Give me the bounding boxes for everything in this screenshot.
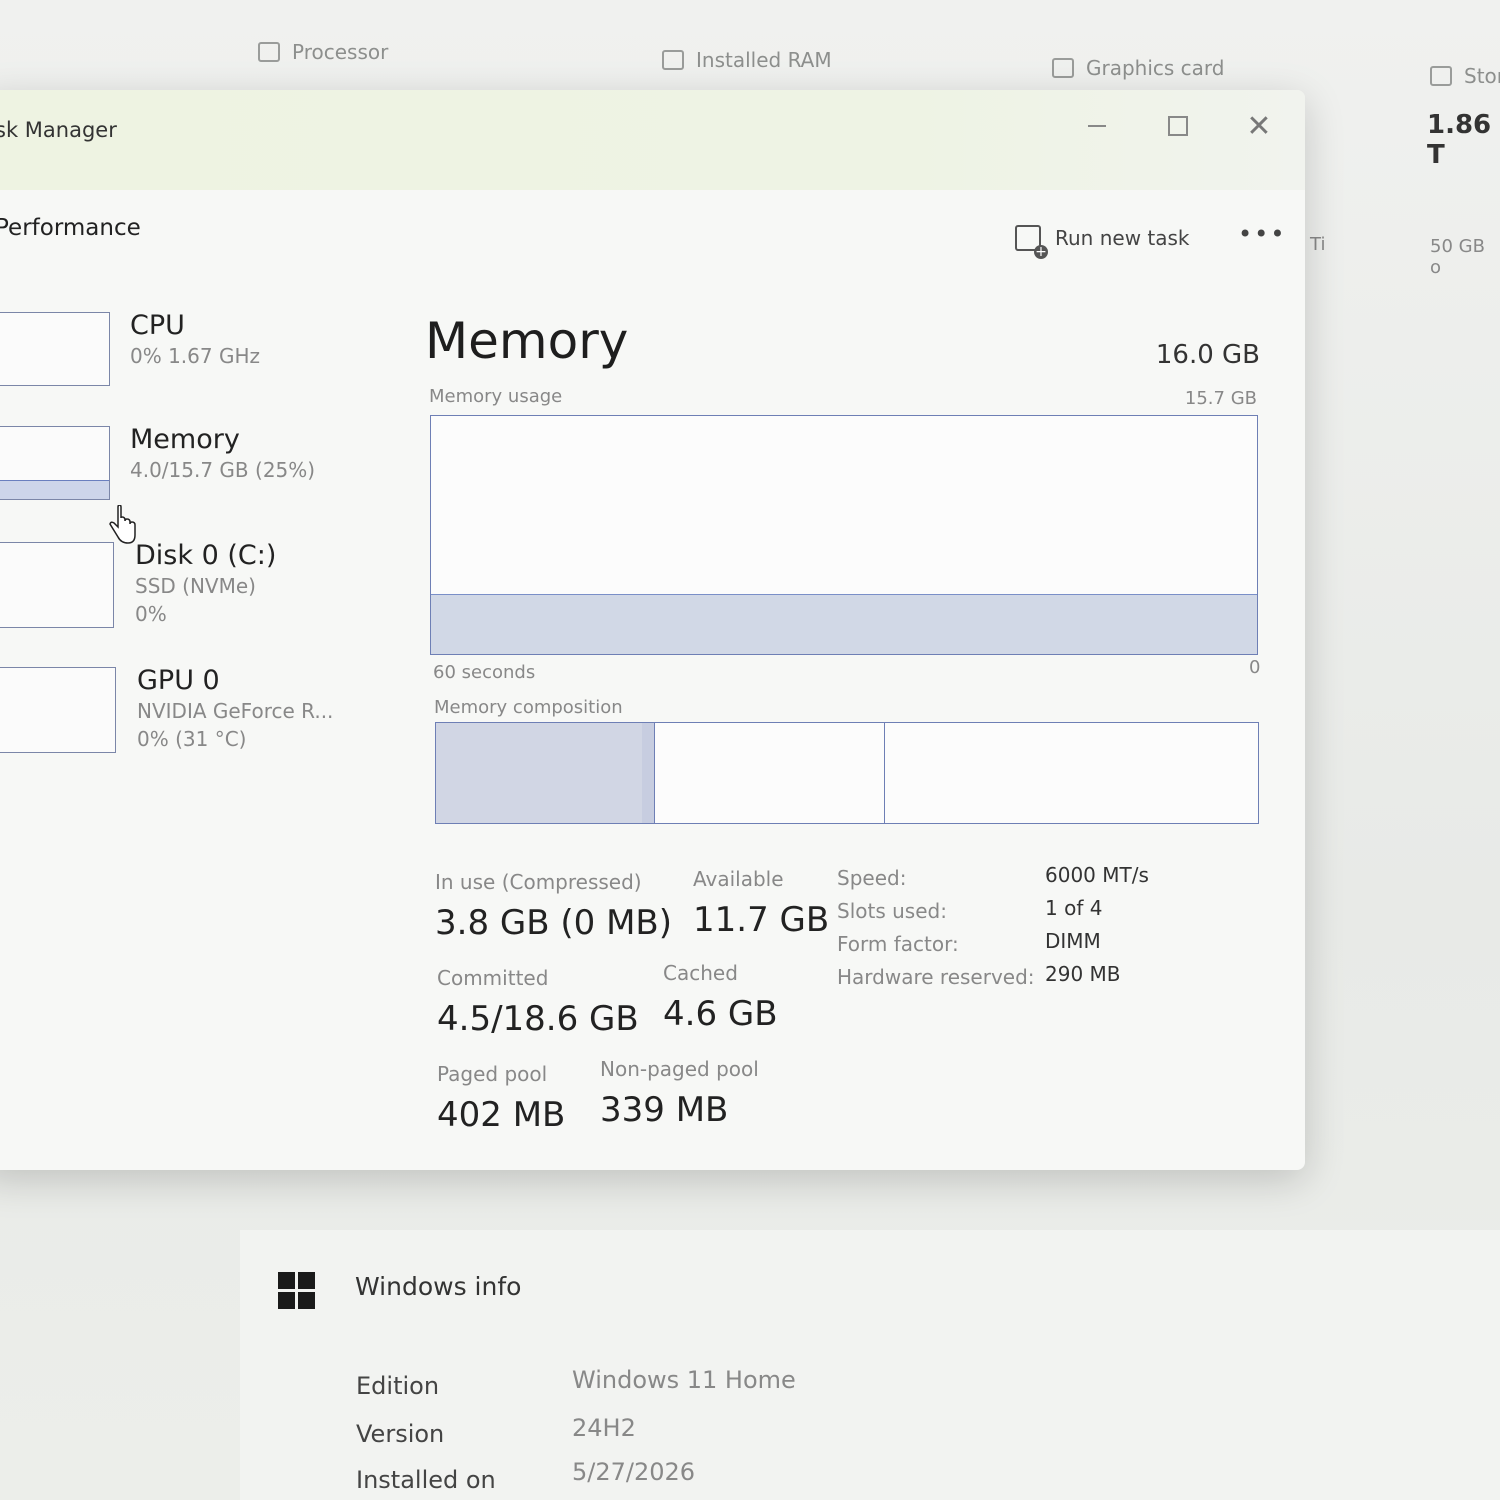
composition-modified [641, 723, 655, 823]
spec-processor-label: Processor [292, 40, 389, 64]
committed-label: Committed [437, 966, 549, 990]
sidebar-item-label: Disk 0 (C:) [135, 540, 277, 571]
cached-value: 4.6 GB [663, 994, 778, 1034]
windows-info-title: Windows info [355, 1272, 522, 1301]
available-value: 11.7 GB [693, 900, 830, 940]
edition-value: Windows 11 Home [572, 1366, 796, 1394]
nonpaged-pool-value: 339 MB [600, 1090, 729, 1130]
memory-total: 16.0 GB [1155, 340, 1260, 370]
gpu-model-text: NVIDIA GeForce R... [137, 699, 334, 723]
task-manager-window: sk Manager ✕ Performance Run new task ••… [0, 90, 1305, 1170]
close-button[interactable]: ✕ [1239, 109, 1279, 144]
nonpaged-pool-label: Non-paged pool [600, 1057, 759, 1081]
storage-icon [1430, 66, 1452, 86]
sidebar-item-cpu[interactable]: CPU 0% 1.67 GHz [0, 310, 340, 412]
storage-size: 1.86 T [1427, 110, 1492, 170]
disk-thumbnail-graph [0, 542, 114, 628]
cpu-thumbnail-graph [0, 312, 110, 386]
processor-icon [258, 42, 280, 62]
graph-axis-right: 0 [1249, 657, 1261, 678]
gpu-usage-text: 0% (31 °C) [137, 727, 247, 751]
spec-storage-label: Stor [1464, 64, 1500, 88]
edition-label: Edition [356, 1372, 440, 1400]
composition-in-use [436, 723, 643, 823]
hardware-reserved-value: 290 MB [1045, 962, 1121, 986]
storage-ti: Ti [1310, 234, 1326, 255]
run-new-task-button[interactable]: Run new task [1015, 225, 1190, 259]
sidebar-item-label: CPU [130, 310, 185, 341]
window-title: sk Manager [0, 118, 117, 142]
cpu-usage-text: 0% 1.67 GHz [130, 344, 261, 368]
more-options-button[interactable]: ••• [1238, 220, 1286, 248]
in-use-value: 3.8 GB (0 MB) [435, 903, 672, 943]
disk-usage-text: 0% [135, 602, 167, 626]
memory-usage-graph [430, 415, 1258, 655]
sidebar-item-gpu[interactable]: GPU 0 NVIDIA GeForce R... 0% (31 °C) [0, 665, 340, 767]
memory-thumbnail-graph [0, 426, 110, 500]
spec-installed-ram[interactable]: Installed RAM [662, 48, 832, 72]
run-new-task-label: Run new task [1055, 226, 1190, 250]
form-factor-label: Form factor: [837, 932, 959, 956]
memory-usage-text: 4.0/15.7 GB (25%) [130, 458, 316, 482]
minimize-button[interactable] [1077, 112, 1117, 140]
memory-composition-bar [435, 722, 1259, 824]
composition-standby [654, 723, 885, 823]
spec-graphics-card[interactable]: Graphics card [1052, 56, 1225, 80]
hardware-reserved-label: Hardware reserved: [837, 965, 1035, 989]
spec-graphics-label: Graphics card [1086, 56, 1225, 80]
close-icon: ✕ [1246, 108, 1272, 144]
slots-value: 1 of 4 [1045, 896, 1103, 920]
paged-pool-label: Paged pool [437, 1062, 548, 1086]
speed-label: Speed: [837, 866, 907, 890]
form-factor-value: DIMM [1045, 929, 1101, 953]
installed-on-label: Installed on [356, 1466, 496, 1494]
maximize-button[interactable] [1158, 112, 1198, 140]
ram-icon [662, 50, 684, 70]
system-specs-bar: Processor Installed RAM Graphics card St… [0, 0, 1500, 100]
sidebar-item-label: Memory [130, 424, 240, 455]
sidebar-item-label: GPU 0 [137, 665, 220, 696]
in-use-label: In use (Compressed) [435, 870, 642, 894]
spec-storage[interactable]: Stor [1430, 64, 1500, 88]
graph-axis-left: 60 seconds [433, 662, 536, 683]
graphics-card-icon [1052, 58, 1074, 78]
title-bar[interactable]: sk Manager ✕ [0, 90, 1305, 190]
installed-on-value: 5/27/2026 [572, 1458, 696, 1486]
speed-value: 6000 MT/s [1045, 863, 1149, 887]
spec-processor[interactable]: Processor [258, 40, 388, 64]
memory-usage-label: Memory usage [429, 386, 563, 407]
committed-value: 4.5/18.6 GB [437, 999, 639, 1039]
memory-usage-fill [431, 593, 1257, 654]
slots-label: Slots used: [837, 899, 947, 923]
page-title: Performance [0, 215, 141, 241]
windows-logo-icon [278, 1272, 315, 1309]
disk-type-text: SSD (NVMe) [135, 574, 256, 598]
storage-used: 50 GB o [1430, 236, 1485, 278]
memory-composition-label: Memory composition [434, 697, 623, 718]
paged-pool-value: 402 MB [437, 1095, 566, 1135]
gpu-thumbnail-graph [0, 667, 116, 753]
spec-ram-label: Installed RAM [696, 48, 832, 72]
cached-label: Cached [663, 961, 738, 985]
run-task-icon [1015, 225, 1048, 259]
memory-heading: Memory [425, 312, 629, 370]
screen: Processor Installed RAM Graphics card St… [0, 0, 1500, 1500]
available-label: Available [693, 867, 784, 891]
version-value: 24H2 [572, 1414, 636, 1442]
windows-info-section: Windows info Edition Windows 11 Home Ver… [240, 1230, 1500, 1500]
version-label: Version [356, 1420, 445, 1448]
memory-usage-max: 15.7 GB [1184, 388, 1257, 409]
hand-cursor-icon [109, 505, 136, 544]
sidebar-item-disk[interactable]: Disk 0 (C:) SSD (NVMe) 0% [0, 540, 340, 642]
sidebar-item-memory[interactable]: Memory 4.0/15.7 GB (25%) [0, 424, 340, 526]
